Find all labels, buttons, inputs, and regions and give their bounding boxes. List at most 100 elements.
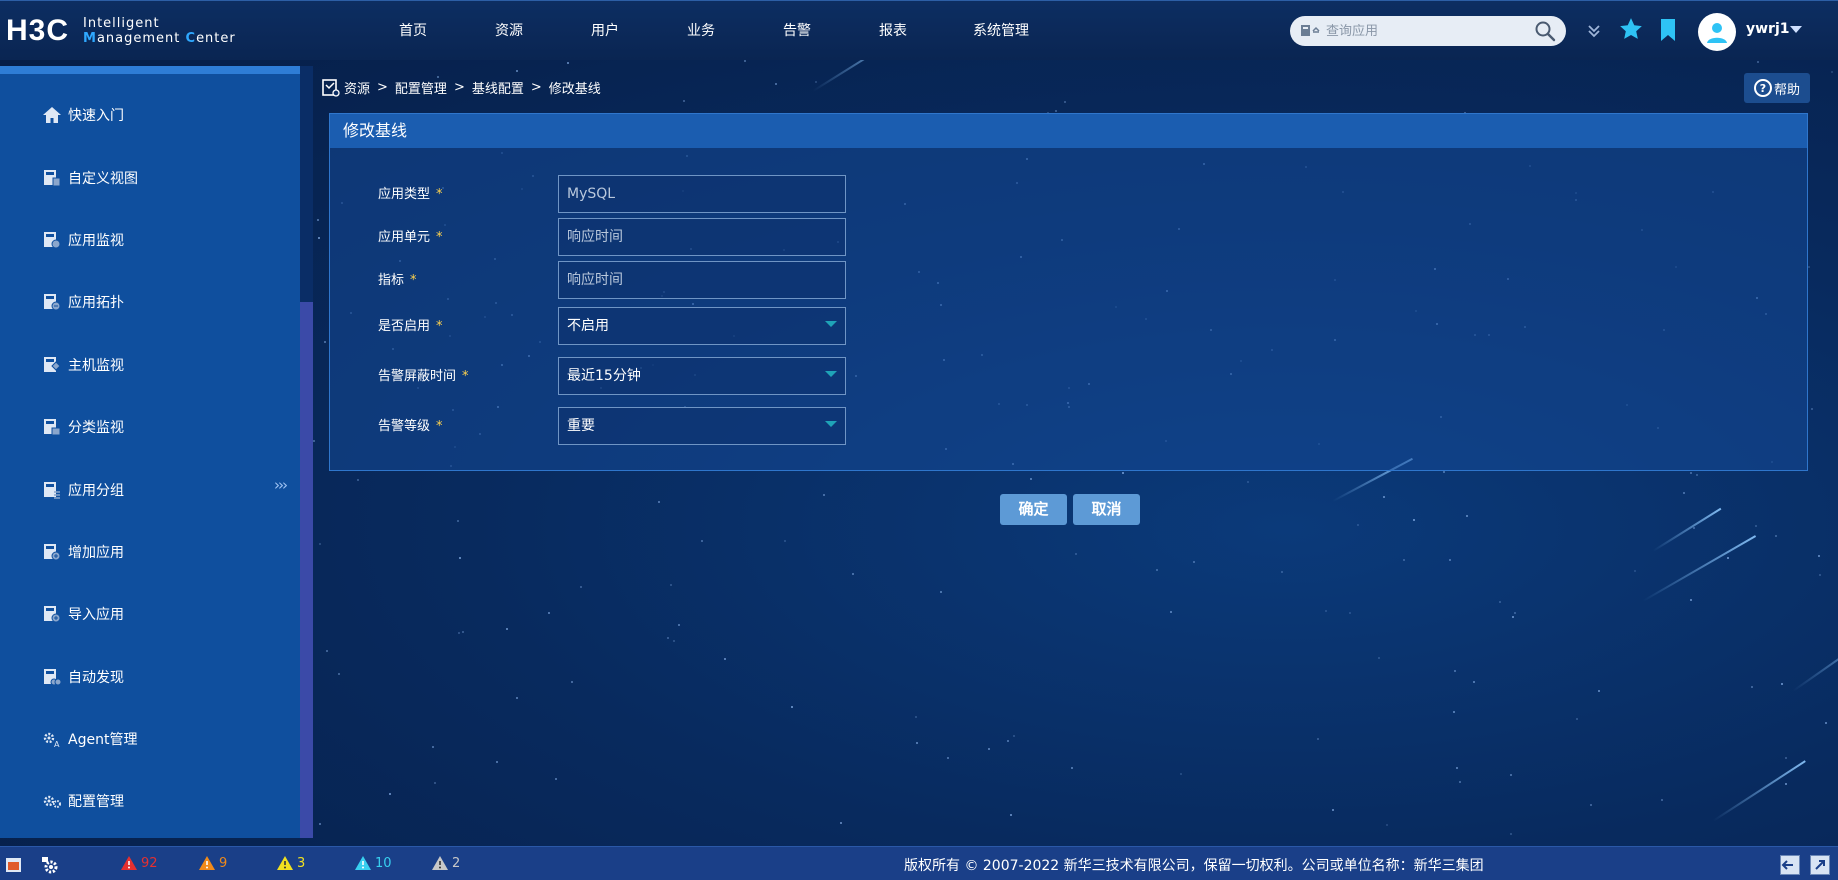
sidebar-item-config-manage[interactable]: 配置管理 bbox=[0, 770, 300, 832]
nav-home[interactable]: 首页 bbox=[365, 1, 461, 61]
status-bar: 92 9 3 10 2 版权所有 © 2007-2022 新华三技术有限公司，保… bbox=[0, 846, 1838, 880]
sidebar-item-add-app[interactable]: 增加应用 bbox=[0, 521, 300, 583]
app-group-icon bbox=[42, 480, 62, 500]
nav-system-manage[interactable]: 系统管理 bbox=[941, 1, 1061, 61]
nav-resource[interactable]: 资源 bbox=[461, 1, 557, 61]
star-dot bbox=[823, 494, 826, 496]
enabled-select[interactable]: 不启用 bbox=[558, 307, 846, 345]
field-label: 指标 * bbox=[378, 273, 417, 288]
logo-line-2: Management Center bbox=[83, 31, 236, 46]
search-input[interactable] bbox=[1326, 23, 1534, 39]
alarm-level-select[interactable]: 重要 bbox=[558, 407, 846, 445]
star-dot bbox=[1727, 557, 1729, 560]
search-icon[interactable] bbox=[1534, 20, 1556, 42]
star-dot bbox=[1349, 611, 1352, 614]
dropdown-arrow-icon bbox=[825, 421, 837, 427]
dropdown-arrow-icon bbox=[825, 321, 837, 327]
sidebar-item-label: 分类监视 bbox=[68, 420, 124, 437]
sidebar-item-app-topology[interactable]: 应用拓扑 bbox=[0, 271, 300, 333]
alarm-warning-icon bbox=[355, 856, 371, 870]
star-dot bbox=[1385, 823, 1388, 826]
breadcrumb-separator: > bbox=[377, 80, 388, 95]
star-dot bbox=[434, 782, 437, 785]
star-dot bbox=[670, 584, 673, 587]
alarm-major[interactable]: 9 bbox=[198, 855, 227, 871]
svg-text:A: A bbox=[54, 740, 60, 748]
copyright-text: 版权所有 © 2007-2022 新华三技术有限公司，保留一切权利。公司或单位名… bbox=[904, 858, 1484, 874]
double-chevron-down-icon[interactable] bbox=[1582, 19, 1606, 43]
star-dot bbox=[1682, 492, 1685, 495]
cancel-button[interactable]: 取消 bbox=[1073, 494, 1140, 525]
alarm-warning[interactable]: 10 bbox=[354, 855, 392, 871]
sidebar-item-label: 应用监视 bbox=[68, 232, 124, 249]
scrollbar-thumb[interactable] bbox=[300, 302, 313, 838]
sidebar-item-category-monitor[interactable]: 分类监视 bbox=[0, 396, 300, 458]
sidebar-item-auto-discover[interactable]: 自动发现 bbox=[0, 646, 300, 708]
star-dot bbox=[1774, 535, 1777, 538]
star-dot bbox=[555, 777, 558, 780]
star-dot bbox=[1692, 527, 1695, 530]
nav-alarm[interactable]: 告警 bbox=[749, 1, 845, 61]
meteor-streak bbox=[812, 60, 907, 92]
sidebar-item-import-app[interactable]: 导入应用 bbox=[0, 583, 300, 645]
alarm-critical[interactable]: 92 bbox=[120, 855, 158, 871]
field-label: 是否启用 * bbox=[378, 319, 443, 334]
panel-title: 修改基线 bbox=[330, 114, 1807, 148]
star-dot bbox=[495, 761, 498, 764]
alarm-minor[interactable]: 3 bbox=[276, 855, 305, 871]
star-dot bbox=[1750, 686, 1753, 689]
star-dot bbox=[1402, 558, 1405, 561]
star-dot bbox=[1378, 657, 1381, 660]
favorite-star-icon[interactable] bbox=[1618, 16, 1642, 40]
star-dot bbox=[579, 585, 582, 588]
star-dot bbox=[547, 611, 550, 614]
meteor-streak bbox=[1712, 760, 1806, 822]
nav-report[interactable]: 报表 bbox=[845, 1, 941, 61]
window-icon[interactable] bbox=[4, 855, 24, 875]
sidebar-item-quick-start[interactable]: 快速入门 bbox=[0, 84, 300, 146]
sidebar-item-app-monitor[interactable]: 应用监视 bbox=[0, 209, 300, 271]
settings-gear-icon[interactable] bbox=[40, 855, 60, 875]
nav-user[interactable]: 用户 bbox=[557, 1, 653, 61]
star-dot bbox=[701, 539, 704, 542]
star-dot bbox=[323, 340, 326, 343]
breadcrumb-resource[interactable]: 资源 bbox=[344, 78, 370, 97]
star-dot bbox=[1453, 711, 1456, 714]
sidebar-item-host-monitor[interactable]: 主机监视 bbox=[0, 334, 300, 396]
star-dot bbox=[1006, 740, 1009, 743]
star-dot bbox=[1029, 477, 1032, 480]
star-dot bbox=[1324, 609, 1327, 612]
nav-business[interactable]: 业务 bbox=[653, 1, 749, 61]
alarm-info[interactable]: 2 bbox=[431, 855, 460, 871]
fullscreen-icon[interactable] bbox=[1810, 855, 1830, 875]
star-dot bbox=[1449, 559, 1452, 562]
import-app-icon bbox=[42, 604, 62, 624]
confirm-button[interactable]: 确定 bbox=[1000, 494, 1067, 525]
star-dot bbox=[1332, 809, 1335, 812]
sidebar-scrollbar[interactable] bbox=[300, 66, 313, 838]
app-filter-icon[interactable] bbox=[1300, 24, 1322, 38]
breadcrumb-config-manage[interactable]: 配置管理 bbox=[395, 78, 447, 97]
host-monitor-icon bbox=[42, 355, 62, 375]
star-dot bbox=[987, 748, 990, 751]
sidebar-item-app-group[interactable]: 应用分组 bbox=[0, 458, 300, 520]
required-mark: * bbox=[436, 230, 443, 245]
bookmark-icon[interactable] bbox=[1656, 17, 1680, 41]
sidebar-item-custom-view[interactable]: 自定义视图 bbox=[0, 146, 300, 208]
breadcrumb-baseline-config[interactable]: 基线配置 bbox=[472, 78, 524, 97]
avatar[interactable] bbox=[1698, 13, 1736, 51]
star-dot bbox=[313, 439, 316, 442]
star-dot bbox=[1509, 773, 1512, 776]
help-button[interactable]: ? 帮助 bbox=[1744, 73, 1810, 103]
sidebar-item-agent-manage[interactable]: A Agent管理 bbox=[0, 708, 300, 770]
logo-text: Intelligent Management Center bbox=[83, 16, 236, 46]
alarm-mask-time-select[interactable]: 最近15分钟 bbox=[558, 357, 846, 395]
sidebar-collapse-toggle[interactable]: ››› bbox=[274, 476, 288, 494]
form-row-app-unit: 应用单元 * 响应时间 bbox=[330, 218, 930, 258]
exit-icon[interactable] bbox=[1780, 855, 1800, 875]
user-menu-caret-icon[interactable] bbox=[1790, 26, 1802, 33]
form-row-metric: 指标 * 响应时间 bbox=[330, 261, 930, 301]
star-dot bbox=[1511, 616, 1514, 619]
star-dot bbox=[683, 99, 686, 102]
username[interactable]: ywrj1 bbox=[1746, 21, 1790, 37]
